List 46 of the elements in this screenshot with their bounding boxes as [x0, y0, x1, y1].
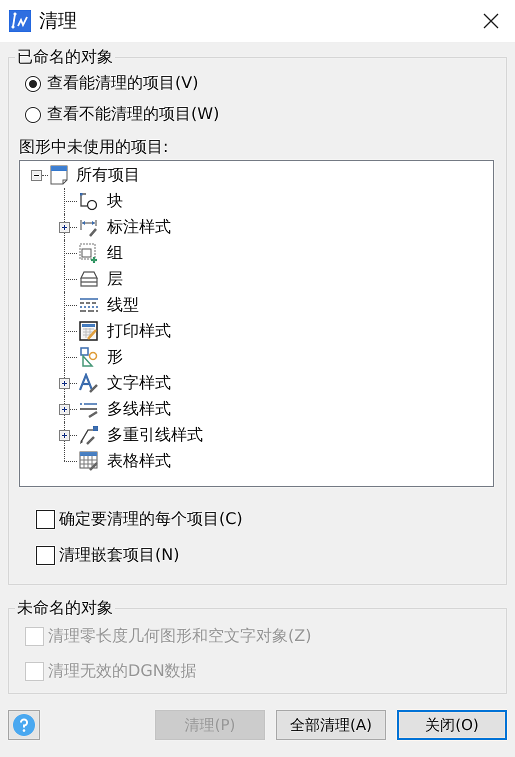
layers-icon: [79, 269, 99, 289]
leader-style-icon: [79, 425, 99, 445]
plot-style-icon: [79, 321, 99, 341]
group-title: 未命名的对象: [16, 598, 114, 619]
group-title: 已命名的对象: [16, 47, 114, 68]
checkbox-label: 清理嵌套项目(N): [59, 544, 180, 566]
block-icon: [79, 191, 99, 211]
group-icon: [79, 243, 99, 263]
help-button[interactable]: [8, 710, 40, 740]
tree-item[interactable]: 所有项目: [76, 164, 140, 186]
checkbox-label: 清理零长度几何图形和空文字对象(Z): [48, 626, 312, 647]
close-icon[interactable]: [483, 13, 499, 29]
table-style-icon: [79, 451, 99, 471]
tree-item[interactable]: 打印样式: [107, 320, 171, 342]
expand-button[interactable]: [59, 404, 70, 415]
radio-button[interactable]: [25, 106, 41, 122]
radio-label: 查看不能清理的项目(W): [47, 104, 220, 125]
dimension-icon: [79, 217, 99, 237]
tree-item[interactable]: 形: [107, 346, 123, 368]
checkbox[interactable]: [36, 546, 55, 564]
tree-item[interactable]: 文字样式: [107, 372, 171, 394]
checkbox-label: 确定要清理的每个项目(C): [59, 508, 243, 530]
tree-item[interactable]: 线型: [107, 294, 139, 316]
expand-button[interactable]: [59, 430, 70, 441]
tree-item[interactable]: 多线样式: [107, 398, 171, 420]
radio-button[interactable]: [25, 76, 41, 92]
tree-item[interactable]: 表格样式: [107, 450, 171, 472]
checkbox-label: 清理无效的DGN数据: [48, 661, 197, 682]
expand-button[interactable]: [31, 170, 42, 180]
tree-item[interactable]: 块: [107, 190, 123, 212]
expand-button[interactable]: [59, 222, 70, 233]
tree-item[interactable]: 组: [107, 242, 123, 264]
dialog-button[interactable]: 全部清理(A): [276, 710, 386, 740]
dialog-button[interactable]: 关闭(O): [397, 710, 507, 740]
tree-item[interactable]: 层: [107, 268, 123, 290]
shapes-icon: [79, 347, 99, 367]
app-icon: [9, 10, 31, 32]
drawing-file-icon: [50, 165, 68, 185]
checkbox[interactable]: [36, 510, 55, 528]
tree-label: 图形中未使用的项目:: [19, 136, 170, 158]
text-style-icon: [79, 373, 99, 393]
tree-item[interactable]: 多重引线样式: [107, 424, 203, 446]
radio-label: 查看能清理的项目(V): [47, 73, 198, 94]
window-title: 清理: [39, 9, 78, 34]
expand-button[interactable]: [59, 378, 70, 389]
tree-item[interactable]: 标注样式: [107, 216, 171, 238]
